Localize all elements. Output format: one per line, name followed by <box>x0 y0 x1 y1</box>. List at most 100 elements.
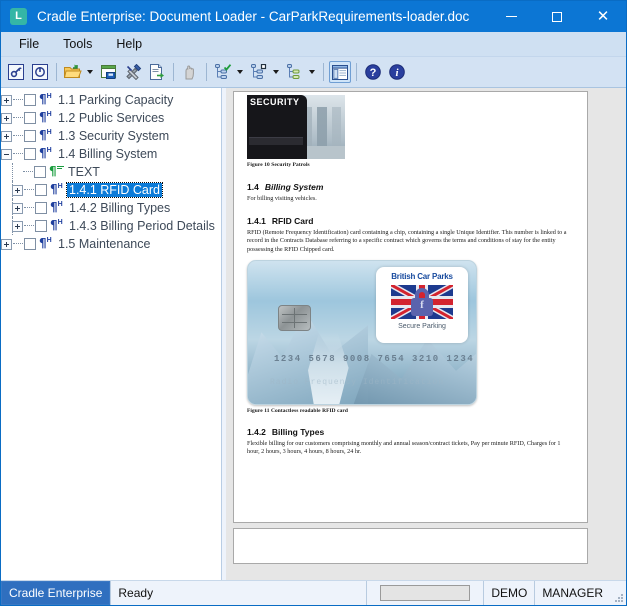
heading-paragraph-icon: ¶ H <box>50 182 63 196</box>
paragraph-1-4-1: RFID (Remote Frequency Identification) c… <box>247 229 567 253</box>
document-page: SECURITY Figure 10 Security Patrols 1.4 B… <box>233 91 588 523</box>
heading-paragraph-icon: ¶ H <box>39 92 52 106</box>
card-chip-icon <box>278 304 311 331</box>
tree-row[interactable]: ¶ H 1.4.2 Billing Types <box>1 199 221 217</box>
panel-toggle-icon <box>332 64 348 80</box>
tree-checkbox[interactable] <box>24 148 36 160</box>
tree-level-button[interactable] <box>284 61 306 83</box>
tree-box-dropdown[interactable] <box>271 61 281 83</box>
expander-icon[interactable] <box>1 94 12 106</box>
info-icon: i <box>389 64 405 80</box>
tree-checkbox[interactable] <box>34 166 46 178</box>
tools-icon <box>125 64 142 80</box>
tree-check-dropdown[interactable] <box>235 61 245 83</box>
close-button[interactable]: ✕ <box>580 1 626 32</box>
document-preview-pane[interactable]: SECURITY Figure 10 Security Patrols 1.4 B… <box>226 88 626 580</box>
document-page-next <box>233 528 588 564</box>
menu-help[interactable]: Help <box>104 34 154 54</box>
heading-1-4-2-title: Billing Types <box>271 426 325 437</box>
security-patrol-photo: SECURITY <box>247 95 345 159</box>
tree-check-icon <box>214 64 232 80</box>
figure-10-caption: Figure 10 Security Patrols <box>247 162 310 168</box>
tree-checkbox[interactable] <box>24 112 36 124</box>
toolbar-separator-3 <box>206 63 207 81</box>
help-icon: ? <box>365 64 381 80</box>
save-icon <box>101 64 117 80</box>
export-button[interactable] <box>146 61 168 83</box>
expander-icon[interactable] <box>1 148 12 160</box>
expander-icon[interactable] <box>12 220 23 232</box>
tree-connector <box>24 225 34 227</box>
power-button[interactable] <box>29 61 51 83</box>
tree-item-label: 1.4.1 RFID Card <box>65 182 164 198</box>
minimize-icon <box>505 16 517 17</box>
tree-connector <box>13 135 23 137</box>
tree-row-selected[interactable]: ¶ H 1.4.1 RFID Card <box>1 181 221 199</box>
open-folder-dropdown[interactable] <box>85 61 95 83</box>
status-brand: Cradle Enterprise <box>1 581 111 605</box>
tree-guide-line <box>12 163 14 181</box>
chevron-down-icon <box>237 70 243 74</box>
hand-button[interactable] <box>179 61 201 83</box>
toolbar-separator-1 <box>56 63 57 81</box>
tools-button[interactable] <box>122 61 144 83</box>
tree-row[interactable]: ¶ H 1.4.3 Billing Period Details <box>1 217 221 235</box>
tree-checkbox[interactable] <box>24 94 36 106</box>
tree-checkbox[interactable] <box>24 130 36 142</box>
card-number: 1234 5678 9008 7654 3210 1234 <box>274 353 475 364</box>
tree-checkbox[interactable] <box>24 238 36 250</box>
status-state: Ready <box>110 581 366 605</box>
tree-row[interactable]: ¶ H 1.4 Billing System <box>1 145 221 163</box>
tree-row[interactable]: ¶ H 1.1 Parking Capacity <box>1 91 221 109</box>
maximize-button[interactable] <box>534 1 580 32</box>
expander-icon[interactable] <box>1 238 12 250</box>
expander-icon[interactable] <box>1 130 12 142</box>
minimize-button[interactable] <box>488 1 534 32</box>
status-database: DEMO <box>483 581 534 605</box>
tree-item-label: TEXT <box>68 165 100 179</box>
expander-icon[interactable] <box>12 184 23 196</box>
heading-1-4-title: Billing System <box>264 182 324 192</box>
open-folder-icon <box>64 64 82 80</box>
menu-tools[interactable]: Tools <box>51 34 104 54</box>
resize-grip[interactable] <box>610 581 626 605</box>
tree-connector <box>24 189 34 191</box>
heading-1-4-2-number: 1.4.2 <box>247 426 266 437</box>
tree-connector <box>13 243 23 245</box>
tree-item-label: 1.4.2 Billing Types <box>69 201 171 215</box>
tree-checkbox[interactable] <box>35 220 47 232</box>
tree-row[interactable]: ¶ TEXT <box>1 163 221 181</box>
tree-row[interactable]: ¶ H 1.2 Public Services <box>1 109 221 127</box>
key-button[interactable] <box>5 61 27 83</box>
document-tree[interactable]: ¶ H 1.1 Parking Capacity ¶ H 1.2 Public Se… <box>1 88 222 580</box>
heading-paragraph-icon: ¶ H <box>50 200 63 214</box>
expander-icon[interactable] <box>12 202 23 214</box>
tree-check-button[interactable] <box>212 61 234 83</box>
paragraph-1-4-2: Flexible billing for our customers compr… <box>247 439 561 456</box>
tree-level-icon <box>286 64 304 80</box>
rfid-card-figure: British Car Parks Secure Parking <box>247 259 571 405</box>
tree-checkbox[interactable] <box>35 202 47 214</box>
menu-bar: File Tools Help <box>1 32 626 57</box>
menu-file[interactable]: File <box>7 34 51 54</box>
info-button[interactable]: i <box>386 61 408 83</box>
save-button[interactable] <box>98 61 120 83</box>
expander-icon[interactable] <box>1 112 12 124</box>
panel-toggle-button[interactable] <box>329 61 351 83</box>
union-jack-icon <box>391 284 453 319</box>
power-icon <box>32 64 48 80</box>
title-bar: L Cradle Enterprise: Document Loader - C… <box>1 1 626 32</box>
window-controls: ✕ <box>488 1 626 32</box>
open-folder-button[interactable] <box>62 61 84 83</box>
tree-level-dropdown[interactable] <box>307 61 317 83</box>
figure-11-caption: Figure 11 Contactless readable RFID card <box>247 407 348 414</box>
status-progress-cell <box>366 581 483 605</box>
tree-row[interactable]: ¶ H 1.3 Security System <box>1 127 221 145</box>
maximize-icon <box>552 11 562 22</box>
tree-checkbox[interactable] <box>35 184 47 196</box>
toolbar-separator-2 <box>173 63 174 81</box>
help-button[interactable]: ? <box>362 61 384 83</box>
tree-row[interactable]: ¶ H 1.5 Maintenance <box>1 235 221 253</box>
hand-icon <box>183 64 198 80</box>
tree-box-button[interactable] <box>248 61 270 83</box>
